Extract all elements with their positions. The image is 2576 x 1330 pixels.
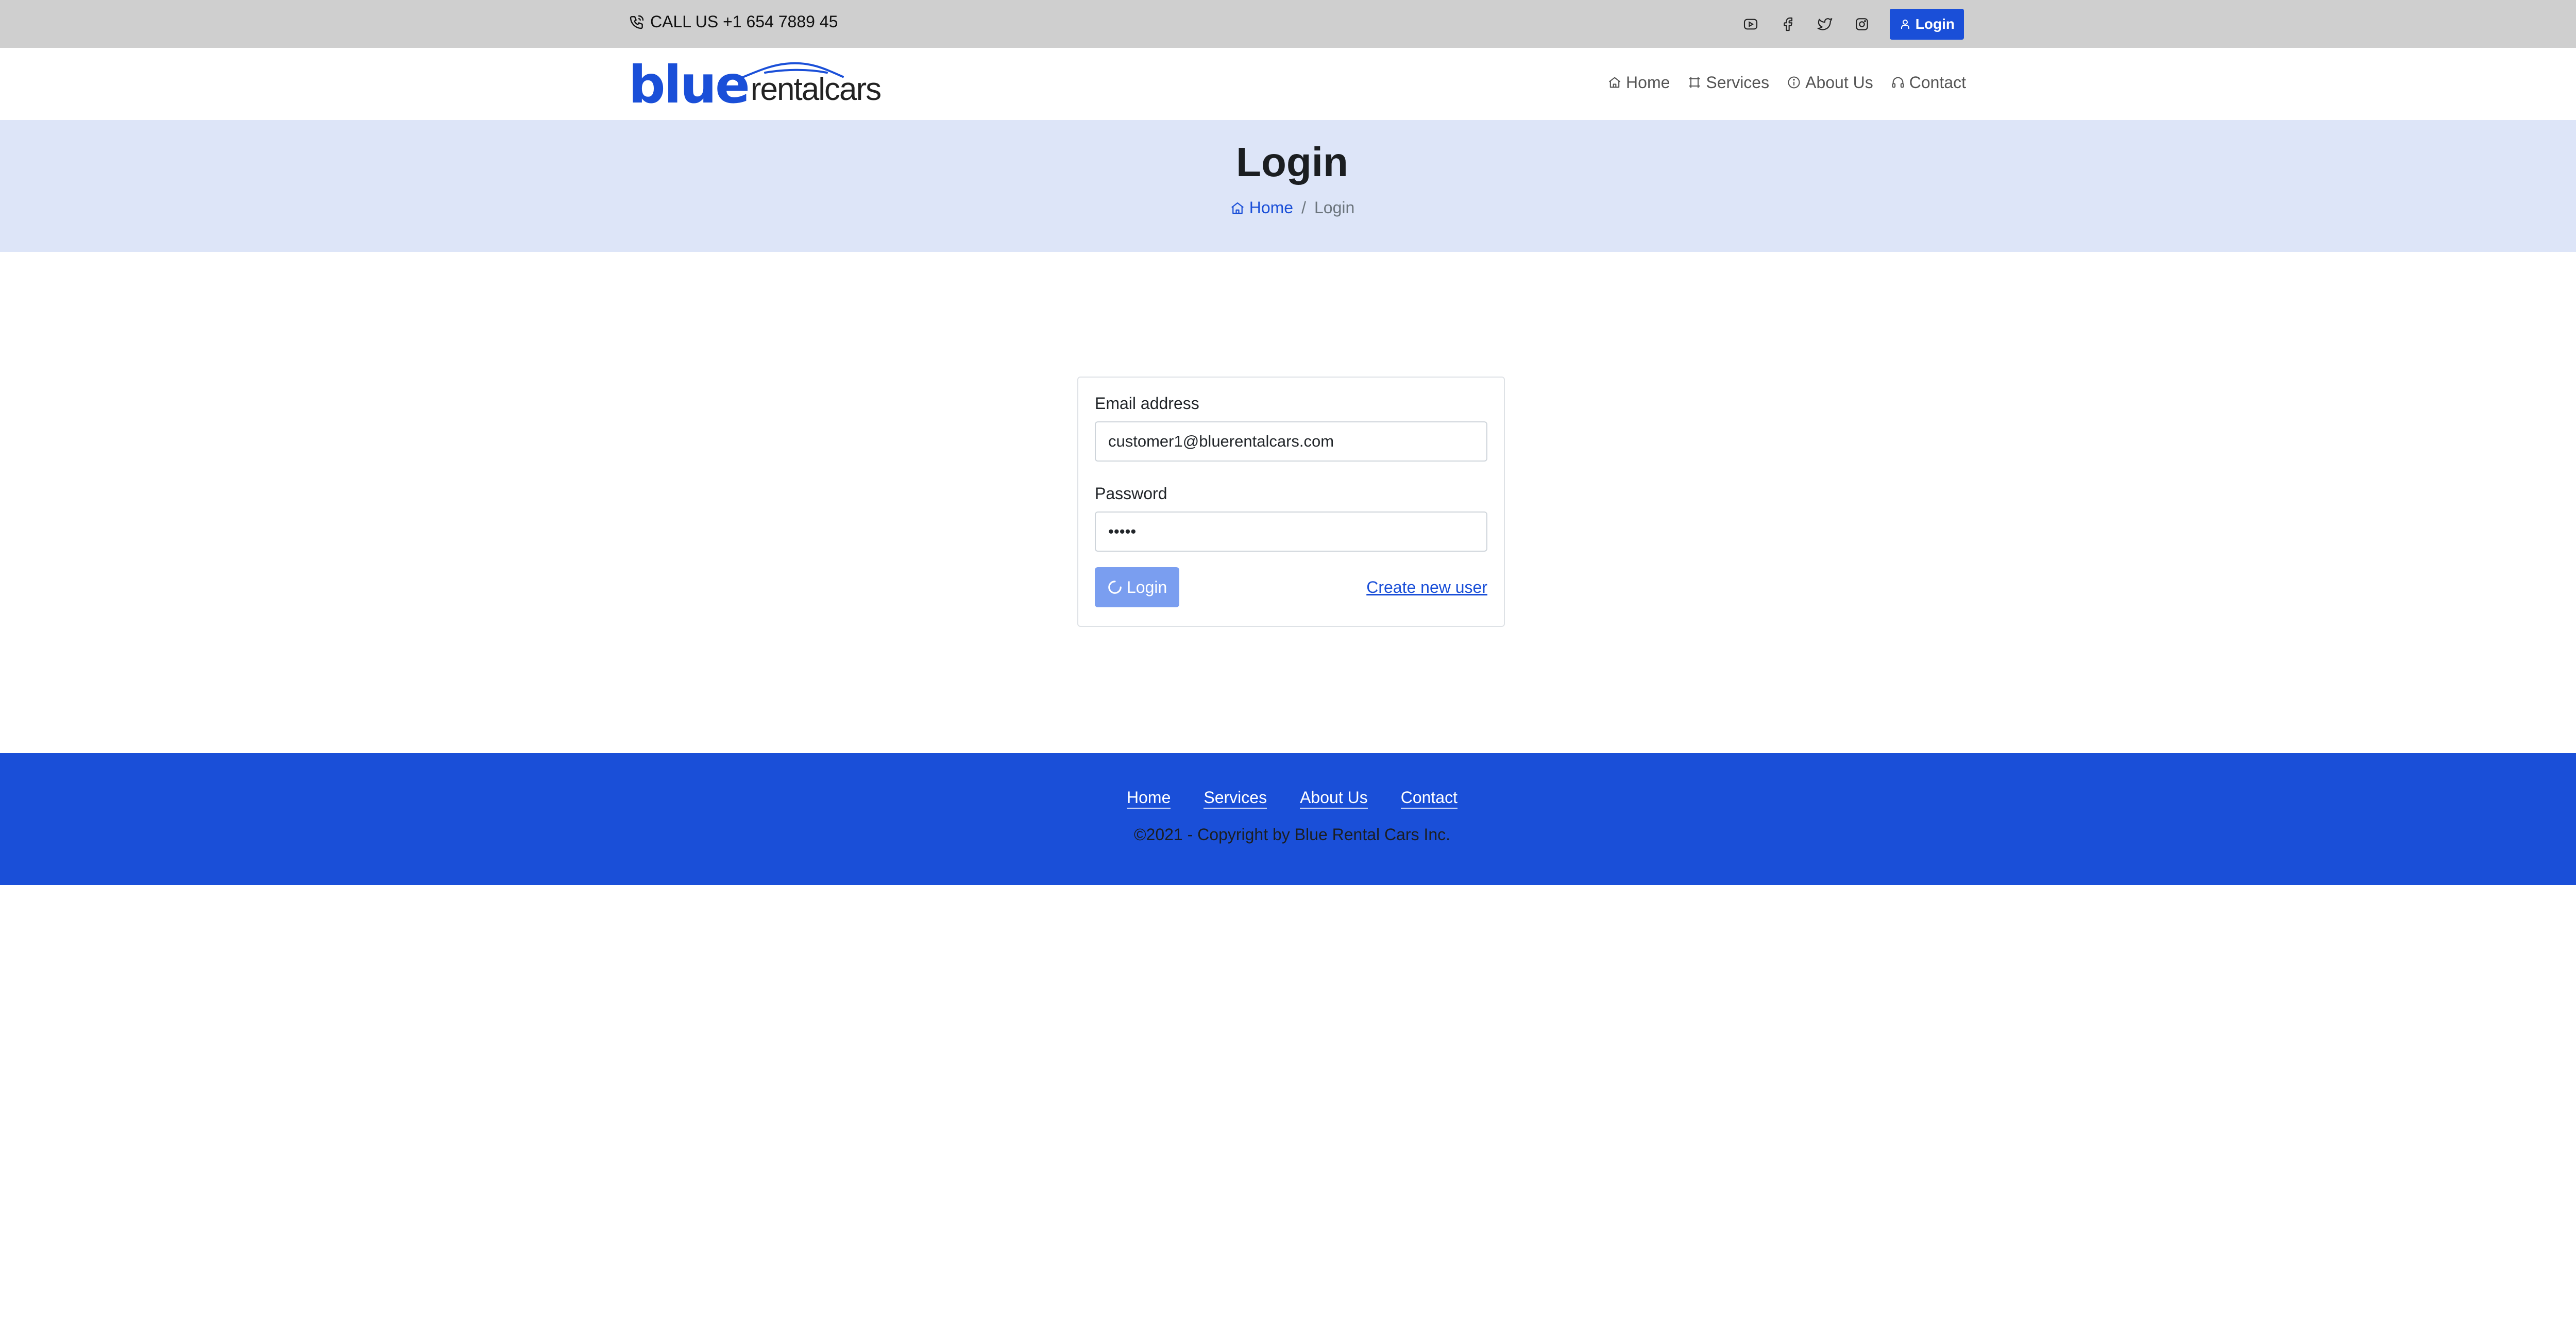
youtube-icon[interactable] xyxy=(1742,16,1759,32)
top-login-label: Login xyxy=(1915,15,1955,32)
navbar: blue rentalcars Home Services About Us C… xyxy=(0,48,2576,120)
phone-icon xyxy=(630,15,644,29)
footer: Home Services About Us Contact ©2021 - C… xyxy=(0,753,2576,885)
footer-link-services[interactable]: Services xyxy=(1204,787,1267,809)
car-logo-icon xyxy=(735,62,844,81)
breadcrumb-separator: / xyxy=(1301,198,1306,217)
nav-home[interactable]: Home xyxy=(1607,73,1670,92)
instagram-icon[interactable] xyxy=(1854,16,1870,32)
email-field[interactable] xyxy=(1095,421,1487,462)
page-title: Login xyxy=(1236,139,1348,185)
footer-link-home[interactable]: Home xyxy=(1127,787,1171,809)
headset-icon xyxy=(1892,77,1904,88)
breadcrumb-home-label: Home xyxy=(1249,198,1294,217)
top-bar: CALL US +1 654 7889 45 Login xyxy=(0,0,2576,48)
call-us: CALL US +1 654 7889 45 xyxy=(629,12,838,31)
logo[interactable]: blue rentalcars xyxy=(629,55,882,115)
nav-contact-label: Contact xyxy=(1909,73,1966,92)
breadcrumb-current: Login xyxy=(1314,198,1355,217)
info-icon xyxy=(1788,76,1800,89)
user-icon xyxy=(1901,19,1909,29)
main-nav: Home Services About Us Contact xyxy=(1607,73,1966,92)
services-icon xyxy=(1689,77,1700,88)
breadcrumb-home[interactable]: Home xyxy=(1230,198,1293,217)
breadcrumb: Home / Login xyxy=(0,198,2576,217)
password-label: Password xyxy=(1095,484,1167,503)
facebook-icon[interactable] xyxy=(1780,16,1796,32)
login-card: Email address Password Login Create new … xyxy=(1077,377,1505,627)
footer-link-contact[interactable]: Contact xyxy=(1400,787,1458,809)
page-header: Login Home / Login xyxy=(0,120,2576,252)
main-content: Email address Password Login Create new … xyxy=(0,252,2576,753)
nav-about-label: About Us xyxy=(1805,73,1873,92)
call-text: CALL US +1 654 7889 45 xyxy=(650,12,838,31)
top-login-button[interactable]: Login xyxy=(1889,8,1964,40)
twitter-icon[interactable] xyxy=(1817,16,1833,32)
footer-link-about[interactable]: About Us xyxy=(1300,787,1368,809)
nav-about[interactable]: About Us xyxy=(1787,73,1873,92)
nav-contact[interactable]: Contact xyxy=(1891,73,1966,92)
home-icon xyxy=(1231,202,1244,214)
nav-services-label: Services xyxy=(1706,73,1770,92)
copyright: ©2021 - Copyright by Blue Rental Cars In… xyxy=(1133,825,1451,844)
create-new-user-link[interactable]: Create new user xyxy=(1366,578,1487,597)
nav-services[interactable]: Services xyxy=(1687,73,1769,92)
logo-blue-text: blue xyxy=(629,55,750,115)
nav-home-label: Home xyxy=(1626,73,1670,92)
login-button-label: Login xyxy=(1127,577,1167,596)
spinner-icon xyxy=(1108,581,1122,594)
home-icon xyxy=(1608,77,1621,88)
footer-nav: Home Services About Us Contact xyxy=(0,753,2576,809)
password-field[interactable] xyxy=(1095,511,1487,552)
login-button[interactable]: Login xyxy=(1095,567,1180,607)
email-label: Email address xyxy=(1095,394,1199,413)
